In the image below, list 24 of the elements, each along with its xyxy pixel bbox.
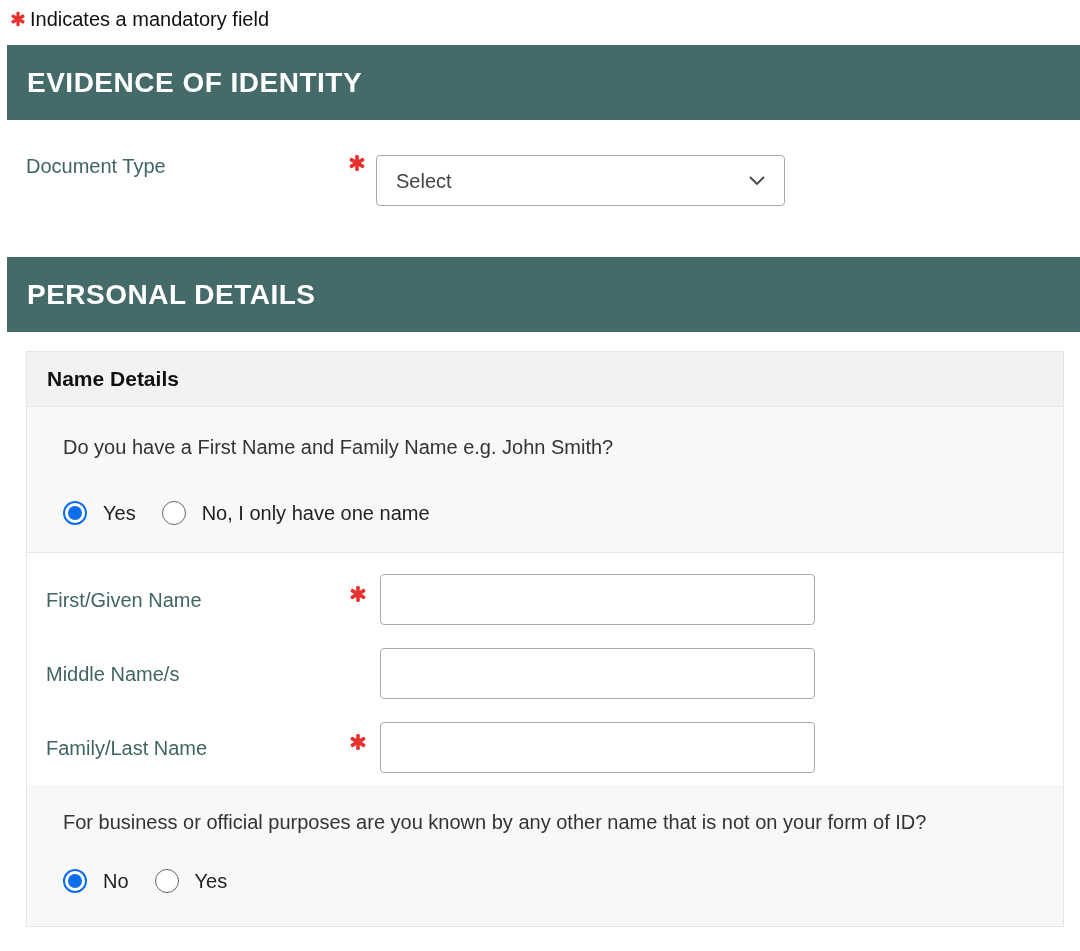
question-text: Do you have a First Name and Family Name e.g. John Smith? — [63, 436, 614, 458]
text-field[interactable] — [380, 574, 815, 625]
radio-button[interactable] — [154, 869, 179, 893]
radio-button[interactable] — [161, 501, 186, 525]
radio-button[interactable] — [63, 869, 87, 893]
section-title: PERSONAL DETAILS — [27, 277, 316, 312]
question-text: For business or official purposes are you known by any other name that is not on your form of ID? — [63, 810, 928, 835]
radio-option[interactable]: Yes — [154, 866, 228, 896]
section-title: EVIDENCE OF IDENTITY — [27, 65, 363, 100]
text-field[interactable] — [380, 648, 815, 699]
radio-option[interactable]: No — [63, 866, 129, 896]
field-label: First/Given Name — [46, 587, 203, 613]
field-label: Middle Name/s — [46, 661, 181, 687]
radio-button[interactable] — [63, 501, 87, 525]
chevron-down-icon — [749, 175, 765, 186]
field-label: Family/Last Name — [46, 735, 209, 761]
text-field[interactable] — [380, 722, 815, 773]
mandatory-note: Indicates a mandatory field — [30, 6, 270, 32]
document-type-select[interactable]: Select — [376, 155, 785, 206]
field-label: Document Type — [26, 154, 167, 179]
radio-option[interactable]: No, I only have one name — [161, 498, 430, 528]
card-title: Name Details — [47, 366, 179, 393]
required-icon — [10, 10, 26, 27]
radio-option[interactable]: Yes — [63, 498, 136, 528]
